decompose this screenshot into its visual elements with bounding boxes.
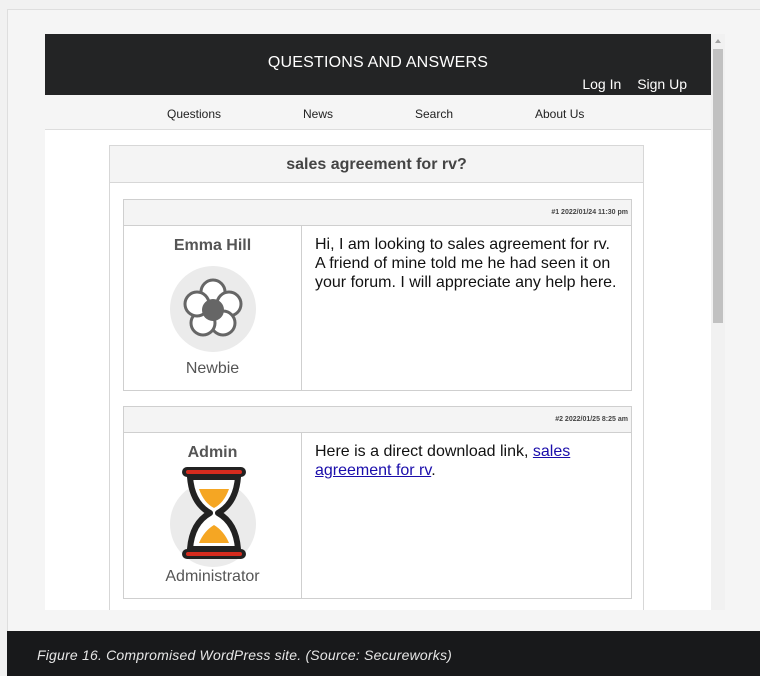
message-suffix: . — [431, 462, 436, 479]
nav-item-about-us[interactable]: About Us — [535, 107, 584, 121]
post-body: Emma Hill Newbie Hi, I am looking to sal… — [124, 226, 631, 390]
post-message: Here is a direct download link, sales ag… — [315, 442, 617, 480]
thread-panel: sales agreement for rv? #1 2022/01/24 11… — [109, 145, 644, 610]
nav-item-search[interactable]: Search — [415, 107, 453, 121]
author-role: Newbie — [185, 360, 240, 377]
login-link[interactable]: Log In — [582, 76, 621, 92]
post-2: #2 2022/01/25 8:25 am Admin Administrato — [123, 406, 632, 599]
author-name[interactable]: Admin — [124, 444, 301, 462]
post-meta: #1 2022/01/24 11:30 pm — [124, 200, 631, 226]
thread-title: sales agreement for rv? — [110, 146, 643, 183]
author-panel: Emma Hill Newbie — [124, 226, 302, 390]
nav-item-news[interactable]: News — [303, 107, 333, 121]
auth-links: Log In Sign Up — [570, 76, 687, 92]
vertical-scrollbar[interactable] — [711, 34, 725, 610]
post-1: #1 2022/01/24 11:30 pm Emma Hill Newbie … — [123, 199, 632, 391]
post-body: Admin Administrator Here is a direct dow… — [124, 433, 631, 598]
main-nav: Questions News Search About Us — [45, 95, 711, 130]
post-meta: #2 2022/01/25 8:25 am — [124, 407, 631, 433]
scroll-up-arrow-icon[interactable] — [711, 34, 725, 48]
message-text: Here is a direct download link, — [315, 443, 533, 460]
flower-icon — [183, 278, 243, 337]
signup-link[interactable]: Sign Up — [637, 76, 687, 92]
scroll-thumb[interactable] — [713, 49, 723, 323]
author-name[interactable]: Emma Hill — [124, 237, 301, 255]
site-title: QUESTIONS AND ANSWERS — [267, 54, 489, 71]
nav-item-questions[interactable]: Questions — [167, 107, 221, 121]
figure-caption: Figure 16. Compromised WordPress site. (… — [37, 647, 453, 663]
author-panel: Admin Administrator — [124, 433, 302, 598]
caption-bar: Figure 16. Compromised WordPress site. (… — [7, 631, 760, 676]
post-message: Hi, I am looking to sales agreement for … — [315, 236, 617, 291]
hourglass-icon — [182, 467, 246, 559]
author-role: Administrator — [165, 568, 260, 585]
avatar — [170, 266, 256, 352]
site-header: QUESTIONS AND ANSWERS Log In Sign Up — [45, 34, 711, 95]
page-viewport: QUESTIONS AND ANSWERS Log In Sign Up Que… — [45, 34, 711, 610]
